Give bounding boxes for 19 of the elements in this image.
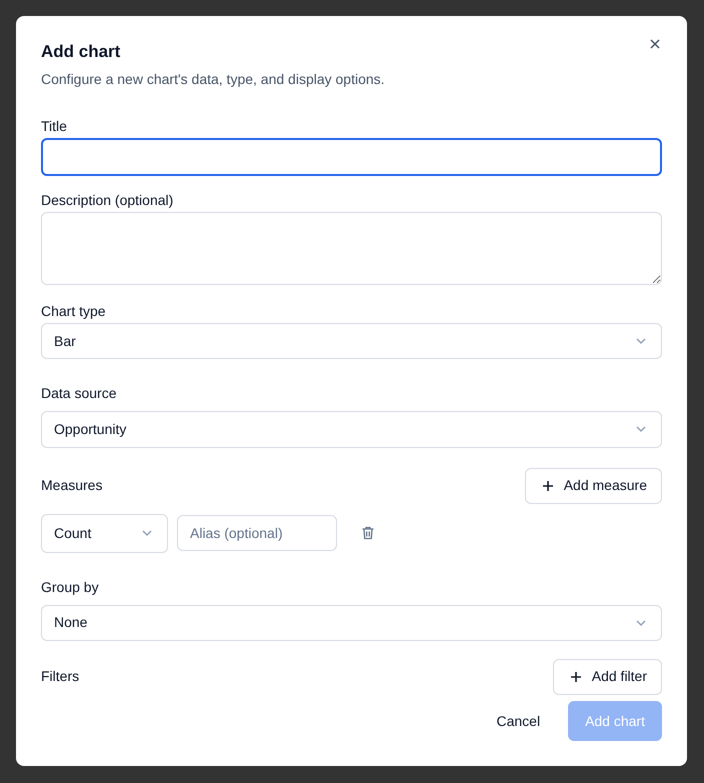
field-label: Group by bbox=[41, 578, 100, 597]
field-label: Title bbox=[41, 117, 68, 136]
dialog-subtitle: Configure a new chart's data, type, and display options. bbox=[41, 70, 386, 89]
select-field[interactable]: None bbox=[41, 604, 662, 641]
cancel-button[interactable]: Cancel bbox=[480, 701, 556, 741]
aggregate-select[interactable]: Count bbox=[41, 514, 168, 553]
add-button[interactable]: Add measure bbox=[524, 468, 662, 504]
title-input[interactable] bbox=[41, 138, 662, 176]
select-field[interactable]: Opportunity bbox=[41, 411, 662, 448]
trash-icon bbox=[360, 525, 376, 542]
field-label: Description (optional) bbox=[41, 191, 174, 210]
field-label: Data source bbox=[41, 384, 118, 404]
section-label: Filters bbox=[41, 667, 80, 686]
field-label: Chart type bbox=[41, 302, 107, 321]
alias-input[interactable]: Alias (optional) bbox=[177, 515, 337, 552]
add-button[interactable]: Add filter bbox=[552, 658, 662, 695]
dialog-title: Add chart bbox=[41, 41, 120, 63]
select-field[interactable]: Bar bbox=[41, 322, 662, 360]
section-label: Measures bbox=[41, 476, 102, 496]
